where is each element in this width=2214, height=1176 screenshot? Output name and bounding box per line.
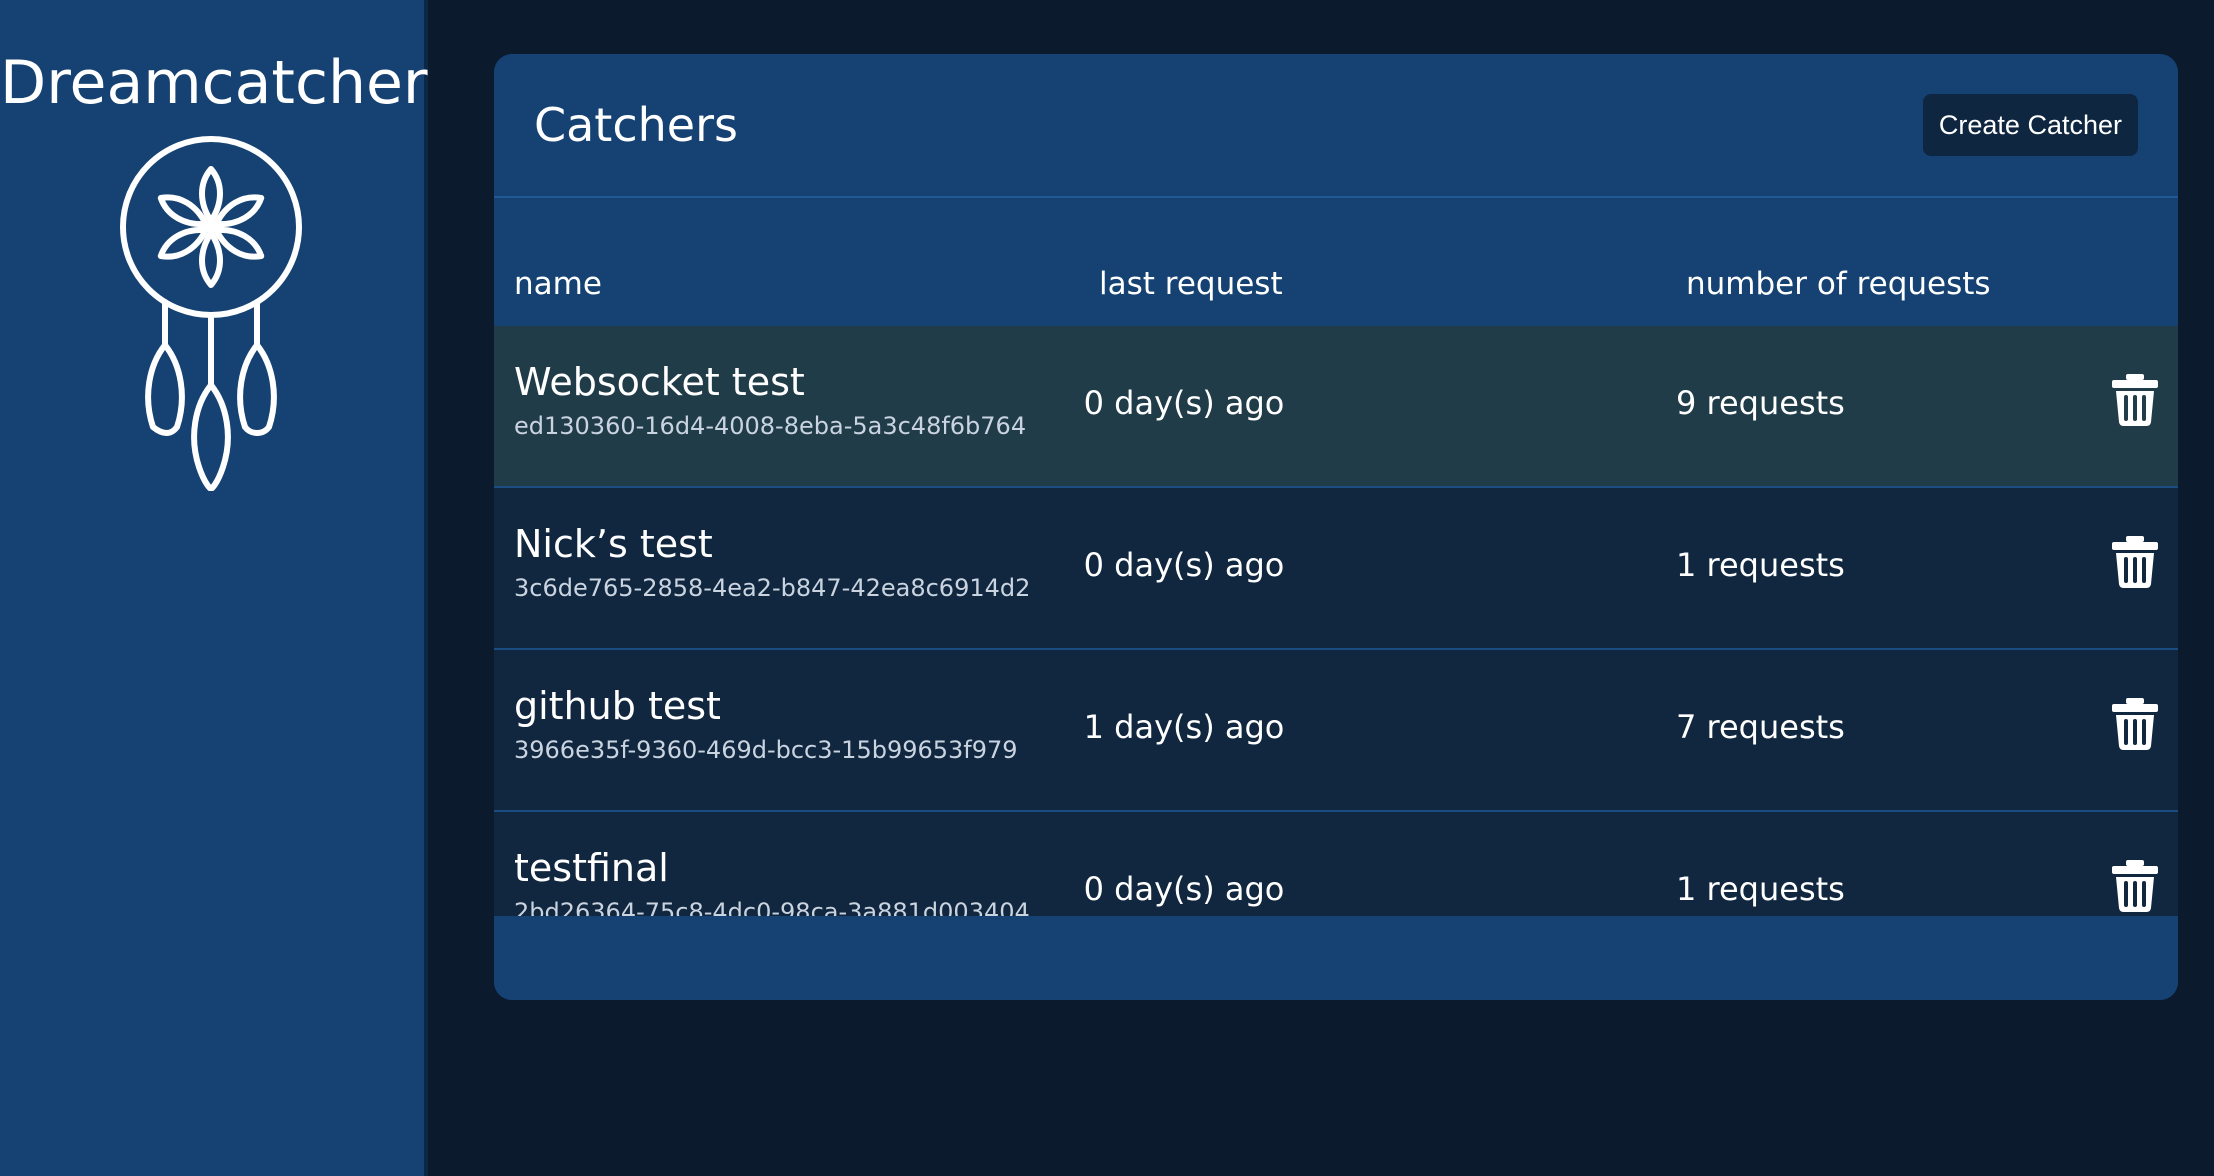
catcher-request-count: 1 requests	[1676, 870, 1845, 908]
trash-icon[interactable]	[2112, 698, 2158, 750]
table-row[interactable]: github test 3966e35f-9360-469d-bcc3-15b9…	[494, 650, 2178, 812]
brand-title: Dreamcatcher	[0, 48, 428, 118]
trash-icon[interactable]	[2112, 860, 2158, 912]
table-row[interactable]: Nick’s test 3c6de765-2858-4ea2-b847-42ea…	[494, 488, 2178, 650]
catcher-name[interactable]: Nick’s test	[514, 522, 713, 566]
table-header: name last request number of requests	[494, 198, 2178, 326]
catcher-id: 3c6de765-2858-4ea2-b847-42ea8c6914d2	[514, 574, 1031, 602]
page-title: Catchers	[534, 98, 738, 152]
trash-icon[interactable]	[2112, 374, 2158, 426]
catcher-name[interactable]: Websocket test	[514, 360, 805, 404]
catcher-last-request: 0 day(s) ago	[1083, 870, 1285, 908]
catchers-table-body: Websocket test ed130360-16d4-4008-8eba-5…	[494, 326, 2178, 974]
catcher-request-count: 1 requests	[1676, 546, 1845, 584]
column-header-last-request: last request	[1099, 266, 1283, 302]
panel-footer	[494, 916, 2178, 1000]
catcher-name[interactable]: testfinal	[514, 846, 669, 890]
catchers-panel: Catchers Create Catcher name last reques…	[494, 54, 2178, 1000]
column-header-number-of-requests: number of requests	[1686, 266, 1991, 302]
catcher-request-count: 7 requests	[1676, 708, 1845, 746]
catcher-last-request: 1 day(s) ago	[1083, 708, 1285, 746]
sidebar: Dreamcatcher	[0, 0, 428, 1176]
catcher-name[interactable]: github test	[514, 684, 721, 728]
table-row[interactable]: Websocket test ed130360-16d4-4008-8eba-5…	[494, 326, 2178, 488]
column-header-name: name	[514, 266, 602, 302]
catcher-last-request: 0 day(s) ago	[1083, 384, 1285, 422]
app-root: Dreamcatcher Catchers Create Catcher nam…	[0, 0, 2214, 1176]
catcher-id: 3966e35f-9360-469d-bcc3-15b99653f979	[514, 736, 1018, 764]
catcher-last-request: 0 day(s) ago	[1083, 546, 1285, 584]
dreamcatcher-logo-icon	[120, 136, 302, 491]
catcher-request-count: 9 requests	[1676, 384, 1845, 422]
trash-icon[interactable]	[2112, 536, 2158, 588]
create-catcher-button[interactable]: Create Catcher	[1922, 94, 2138, 156]
catcher-id: ed130360-16d4-4008-8eba-5a3c48f6b764	[514, 412, 1027, 440]
panel-header: Catchers Create Catcher	[494, 54, 2178, 198]
main-area: Catchers Create Catcher name last reques…	[428, 0, 2214, 1176]
